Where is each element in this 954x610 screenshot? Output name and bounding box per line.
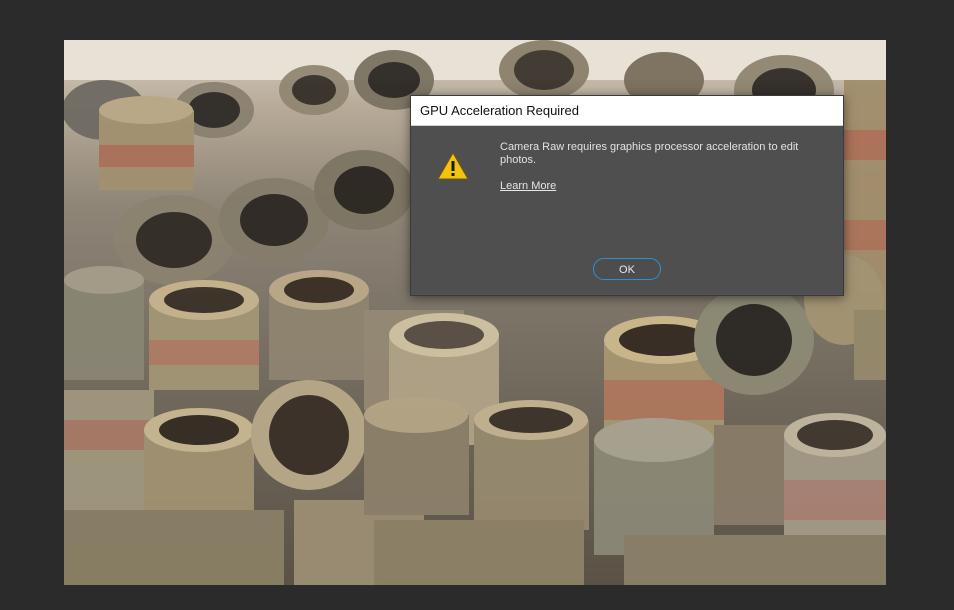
- dialog-message: Camera Raw requires graphics processor a…: [500, 141, 799, 166]
- ok-button[interactable]: OK: [593, 258, 661, 280]
- camera-raw-workspace: GPU Acceleration Required Camera Raw req…: [0, 0, 954, 610]
- learn-more-link[interactable]: Learn More: [500, 180, 556, 192]
- dialog-body: Camera Raw requires graphics processor a…: [411, 126, 843, 294]
- warning-icon: [437, 152, 469, 180]
- dialog-title: GPU Acceleration Required: [411, 96, 843, 126]
- gpu-acceleration-dialog: GPU Acceleration Required Camera Raw req…: [410, 95, 844, 296]
